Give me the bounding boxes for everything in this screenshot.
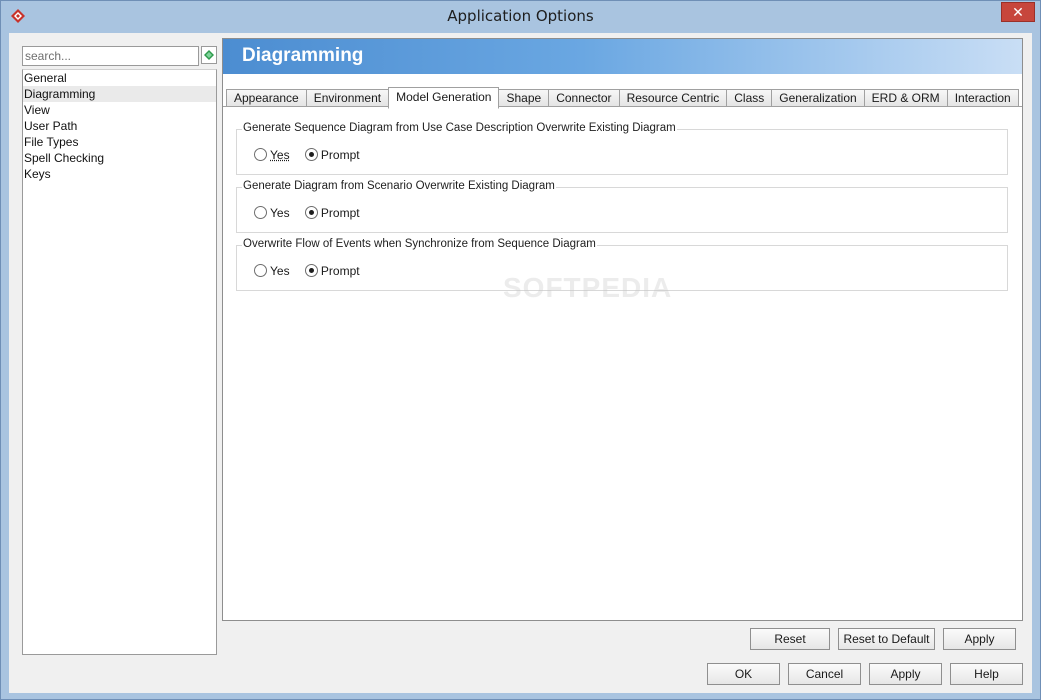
reset-to-default-button[interactable]: Reset to Default [838, 628, 935, 650]
radio-option-yes[interactable]: Yes [254, 205, 290, 220]
window-title: Application Options [447, 7, 594, 25]
application-options-window: Application Options ✕ search... General … [0, 0, 1041, 700]
group-title: Generate Sequence Diagram from Use Case … [242, 122, 677, 134]
search-icon [204, 50, 214, 60]
dialog-apply-button[interactable]: Apply [869, 663, 942, 685]
page-title: Diagramming [242, 45, 364, 66]
panel-apply-button[interactable]: Apply [943, 628, 1016, 650]
help-button[interactable]: Help [950, 663, 1023, 685]
dialog-client-area: search... General Diagramming View User … [9, 33, 1032, 693]
radio-label-yes: Yes [270, 147, 290, 162]
settings-panel: Diagramming Appearance Environment Model G… [222, 38, 1023, 621]
radio-option-prompt[interactable]: Prompt [304, 147, 360, 162]
tree-item-file-types[interactable]: File Types [23, 134, 216, 150]
section-banner: Diagramming [223, 39, 1022, 74]
tab-bar: Appearance Environment Model Generation Sha… [226, 86, 1019, 109]
title-bar[interactable]: Application Options ✕ [1, 1, 1040, 33]
radio-prompt[interactable] [304, 148, 318, 162]
radio-yes[interactable] [254, 148, 267, 162]
options-category-tree: General Diagramming View User Path File … [22, 69, 217, 655]
radio-row: Yes Prompt [254, 205, 372, 221]
search-button[interactable] [201, 46, 217, 64]
radio-row: Yes Prompt [254, 263, 372, 279]
radio-label-yes: Yes [270, 205, 290, 220]
radio-option-yes[interactable]: Yes [254, 263, 290, 278]
tree-item-general[interactable]: General [23, 70, 216, 86]
radio-yes[interactable] [254, 206, 267, 220]
radio-label-prompt: Prompt [320, 205, 360, 220]
radio-label-prompt: Prompt [320, 147, 360, 162]
radio-prompt[interactable] [304, 206, 318, 220]
radio-option-prompt[interactable]: Prompt [304, 205, 360, 220]
radio-prompt[interactable] [304, 264, 318, 278]
reset-button[interactable]: Reset [750, 628, 830, 650]
radio-label-prompt: Prompt [320, 263, 360, 278]
radio-label-yes: Yes [270, 263, 290, 278]
ok-button[interactable]: OK [707, 663, 780, 685]
tree-item-spell-checking[interactable]: Spell Checking [23, 150, 216, 166]
close-button[interactable]: ✕ [1001, 2, 1035, 22]
cancel-button[interactable]: Cancel [788, 663, 861, 685]
radio-yes[interactable] [254, 264, 267, 278]
radio-row: Yes Prompt [254, 147, 372, 163]
group-sequence-from-use-case: Generate Sequence Diagram from Use Case … [236, 122, 1008, 175]
group-title: Overwrite Flow of Events when Synchroniz… [242, 238, 597, 250]
tab-model-generation[interactable]: Model Generation [388, 87, 500, 109]
tree-item-view[interactable]: View [23, 102, 216, 118]
tree-item-diagramming[interactable]: Diagramming [23, 86, 216, 102]
watermark: SOFTPEDIA [503, 272, 673, 303]
group-title: Generate Diagram from Scenario Overwrite… [242, 180, 556, 192]
tree-item-user-path[interactable]: User Path [23, 118, 216, 134]
tree-item-keys[interactable]: Keys [23, 166, 216, 182]
model-generation-tab-content: Generate Sequence Diagram from Use Case … [223, 106, 1022, 620]
radio-option-prompt[interactable]: Prompt [304, 263, 360, 278]
group-diagram-from-scenario: Generate Diagram from Scenario Overwrite… [236, 180, 1008, 233]
search-input[interactable]: search... [22, 46, 199, 66]
radio-option-yes[interactable]: Yes [254, 147, 290, 162]
